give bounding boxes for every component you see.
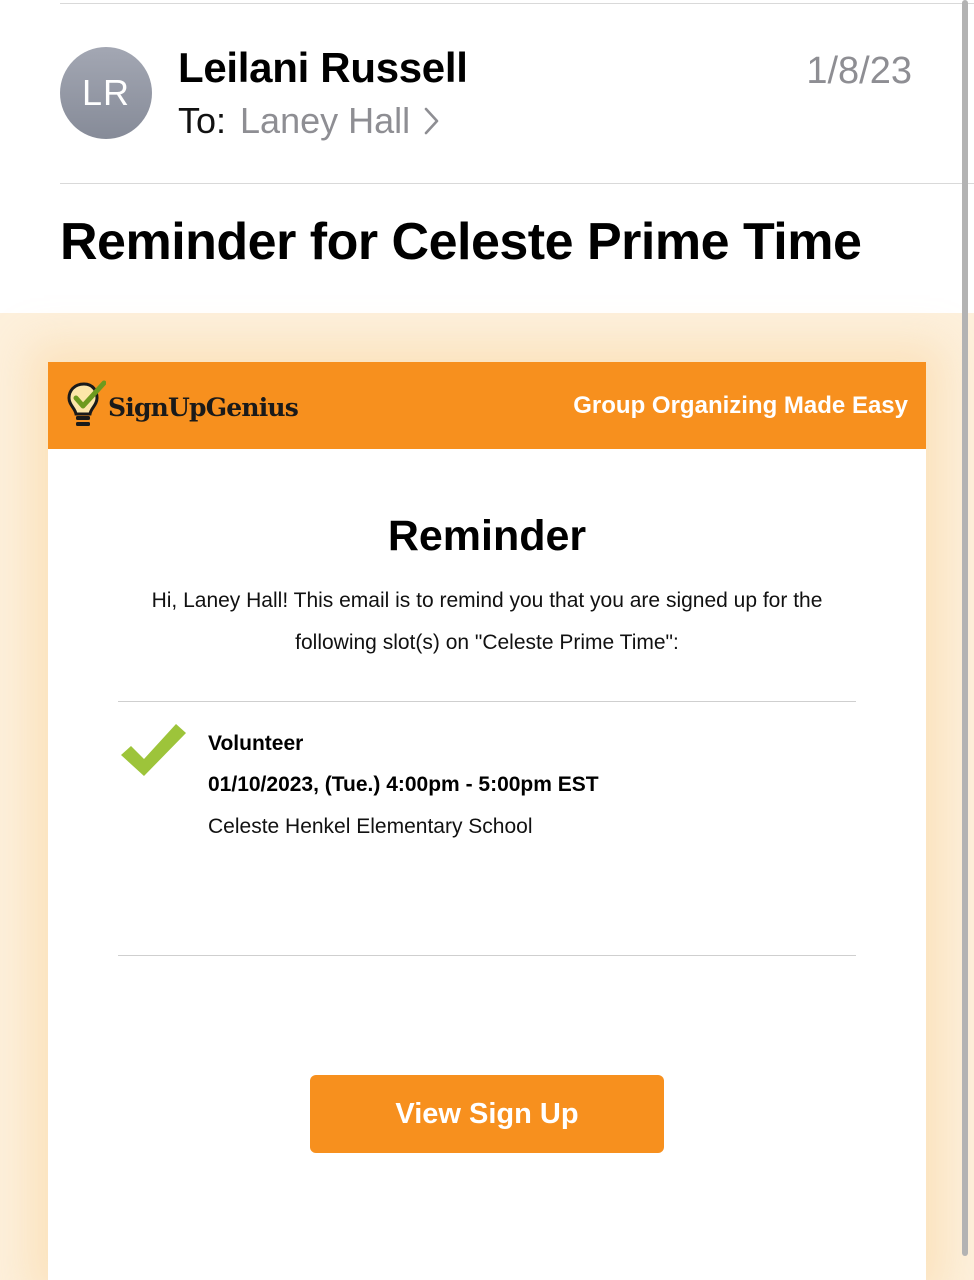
scrollbar[interactable] xyxy=(962,0,968,1256)
view-sign-up-button[interactable]: View Sign Up xyxy=(310,1075,664,1153)
to-label: To: xyxy=(178,100,227,141)
email-card: SignUpGenius Group Organizing Made Easy … xyxy=(48,362,926,1280)
chevron-right-icon[interactable] xyxy=(424,107,440,135)
reminder-heading: Reminder xyxy=(387,512,587,560)
slot-datetime: 01/10/2023, (Tue.) 4:00pm - 5:00pm EST xyxy=(208,773,599,796)
brand-tagline: Group Organizing Made Easy xyxy=(573,392,908,419)
reminder-intro: Hi, Laney Hall! This email is to remind … xyxy=(151,589,823,654)
slot-title: Volunteer xyxy=(208,732,304,755)
brand-name: SignUpGenius xyxy=(108,393,299,422)
brand-banner: SignUpGenius Group Organizing Made Easy xyxy=(48,362,926,449)
email-subject: Reminder for Celeste Prime Time xyxy=(60,213,862,271)
recipient-name[interactable]: Laney Hall xyxy=(240,100,410,142)
top-divider xyxy=(60,3,974,4)
lightbulb-check-icon xyxy=(66,380,107,435)
slot-divider-bottom xyxy=(118,955,856,956)
sender-avatar[interactable]: LR xyxy=(60,47,152,139)
email-date: 1/8/23 xyxy=(806,50,912,92)
header-divider xyxy=(60,183,974,184)
slot-location: Celeste Henkel Elementary School xyxy=(208,815,533,838)
avatar-initials: LR xyxy=(81,72,131,113)
checkmark-icon xyxy=(118,722,188,783)
sender-name[interactable]: Leilani Russell xyxy=(178,44,468,92)
slot-divider-top xyxy=(118,701,856,702)
recipient-line[interactable]: To: Laney Hall xyxy=(178,100,440,142)
brand-logo[interactable]: SignUpGenius xyxy=(66,380,299,435)
